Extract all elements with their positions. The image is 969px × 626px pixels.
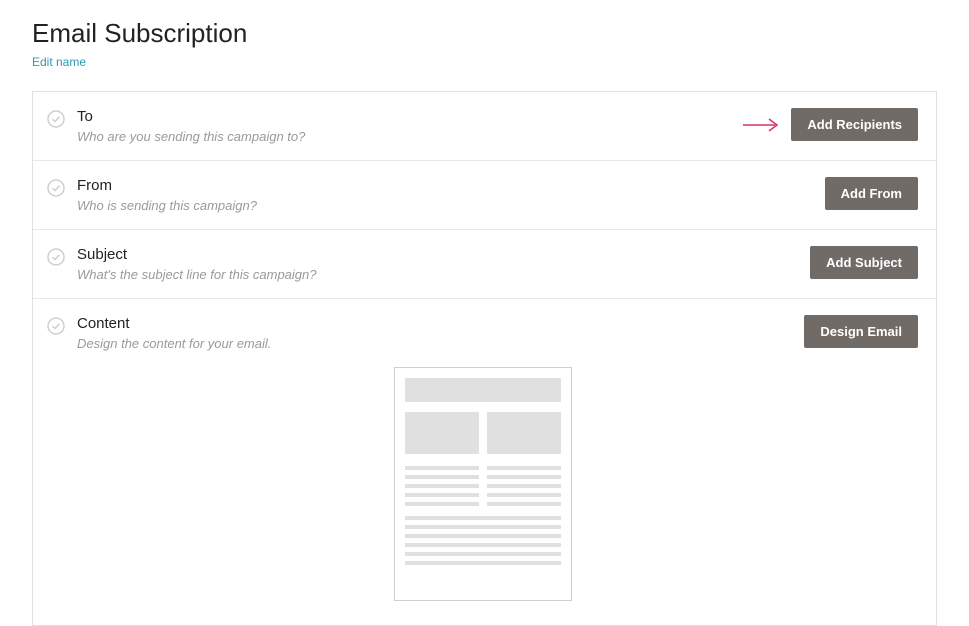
check-circle-icon xyxy=(47,179,65,197)
row-content-title: Content xyxy=(77,315,804,332)
campaign-setup-panel: To Who are you sending this campaign to?… xyxy=(32,91,937,626)
row-to: To Who are you sending this campaign to?… xyxy=(33,92,936,161)
row-to-desc: Who are you sending this campaign to? xyxy=(77,129,741,144)
add-recipients-button[interactable]: Add Recipients xyxy=(791,108,918,141)
add-from-button[interactable]: Add From xyxy=(825,177,918,210)
arrow-right-icon xyxy=(741,116,781,134)
design-email-button[interactable]: Design Email xyxy=(804,315,918,348)
check-circle-icon xyxy=(47,110,65,128)
row-from-desc: Who is sending this campaign? xyxy=(77,198,825,213)
page-title: Email Subscription xyxy=(32,18,937,49)
email-preview-thumbnail xyxy=(394,367,572,601)
row-subject-title: Subject xyxy=(77,246,810,263)
add-subject-button[interactable]: Add Subject xyxy=(810,246,918,279)
check-circle-icon xyxy=(47,317,65,335)
row-subject-desc: What's the subject line for this campaig… xyxy=(77,267,810,282)
row-content-desc: Design the content for your email. xyxy=(77,336,804,351)
check-circle-icon xyxy=(47,248,65,266)
row-from: From Who is sending this campaign? Add F… xyxy=(33,161,936,230)
row-to-title: To xyxy=(77,108,741,125)
edit-name-link[interactable]: Edit name xyxy=(32,55,86,69)
row-from-title: From xyxy=(77,177,825,194)
row-subject: Subject What's the subject line for this… xyxy=(33,230,936,299)
row-content: Content Design the content for your emai… xyxy=(33,299,936,625)
